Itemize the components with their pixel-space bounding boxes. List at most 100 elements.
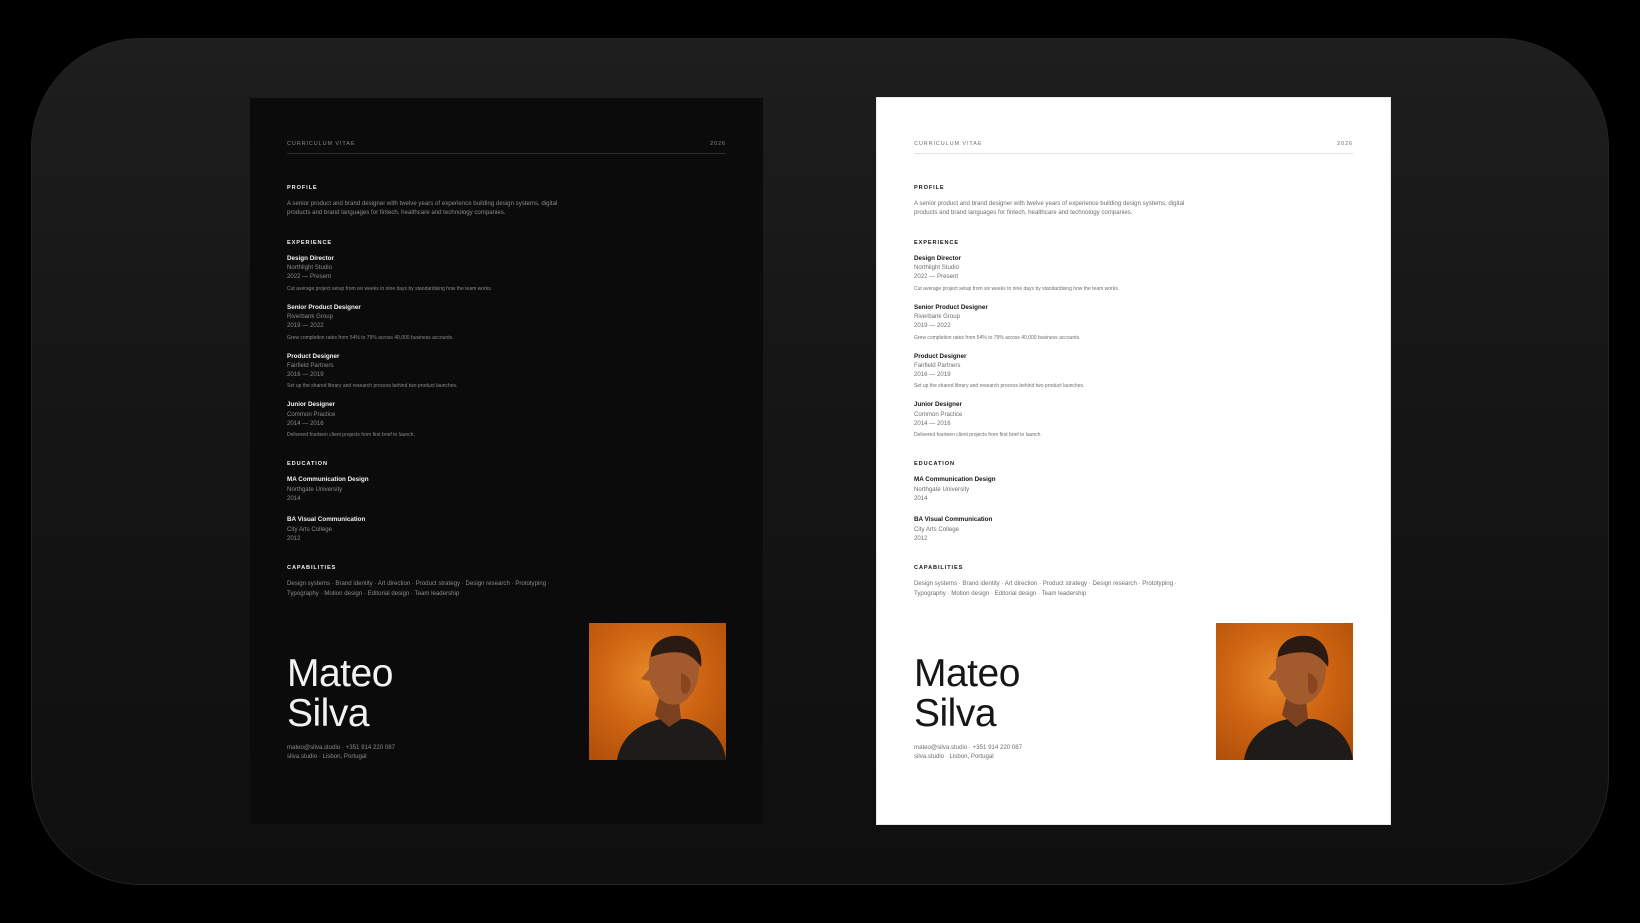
school: City Arts College bbox=[287, 525, 333, 533]
profile-section: PROFILE A senior product and brand desig… bbox=[914, 185, 1353, 218]
degree: MA Communication Design bbox=[914, 476, 996, 484]
edu-year: 2014 bbox=[914, 494, 928, 502]
contact-line: silva.studio · Lisbon, Portugal bbox=[914, 753, 994, 761]
education-item: BA Visual Communication City Arts Colleg… bbox=[287, 515, 726, 543]
profile-title: PROFILE bbox=[914, 185, 945, 191]
job-description: Set up the shared library and research p… bbox=[287, 383, 458, 390]
experience-item: Design Director Northlight Studio 2022 —… bbox=[287, 254, 726, 293]
job-period: 2016 — 2019 bbox=[287, 371, 324, 379]
experience-item: Design Director Northlight Studio 2022 —… bbox=[914, 254, 1353, 293]
school: Northgate University bbox=[914, 485, 970, 493]
capabilities-section: CAPABILITIES Design systems · Brand iden… bbox=[287, 565, 726, 598]
cv-sheet-dark: CURRICULUM VITAE 2026 PROFILE A senior p… bbox=[250, 98, 763, 824]
education-item: MA Communication Design Northgate Univer… bbox=[914, 475, 1353, 503]
job-period: 2019 — 2022 bbox=[287, 322, 324, 330]
experience-title: EXPERIENCE bbox=[914, 239, 960, 246]
school: City Arts College bbox=[914, 525, 960, 533]
person-name: Mateo Silva bbox=[914, 654, 1020, 734]
edu-year: 2014 bbox=[287, 494, 301, 502]
portrait-photo-icon bbox=[617, 635, 726, 760]
job-description: Grew completion rates from 54% to 79% ac… bbox=[287, 334, 454, 341]
experience-section: EXPERIENCE Design Director Northlight St… bbox=[287, 240, 726, 440]
job-description: Cut average project setup from six weeks… bbox=[287, 285, 493, 292]
job-title: Design Director bbox=[287, 254, 334, 262]
portrait-photo-icon bbox=[1244, 635, 1353, 760]
degree: MA Communication Design bbox=[287, 476, 369, 484]
school: Northgate University bbox=[287, 485, 343, 493]
profile-title: PROFILE bbox=[287, 185, 318, 191]
first-name: Mateo bbox=[914, 652, 1020, 695]
job-title: Product Designer bbox=[287, 352, 340, 360]
education-title: EDUCATION bbox=[914, 461, 955, 468]
capabilities-text: Design systems · Brand identity · Art di… bbox=[287, 580, 550, 597]
last-name: Silva bbox=[287, 692, 370, 735]
job-company: Fairfield Partners bbox=[914, 361, 961, 369]
capabilities-title: CAPABILITIES bbox=[914, 565, 964, 572]
job-title: Design Director bbox=[914, 254, 961, 262]
contact-info: mateo@silva.studio · +351 914 220 087 si… bbox=[914, 743, 1022, 762]
experience-title: EXPERIENCE bbox=[287, 239, 333, 246]
portrait-photo bbox=[1216, 623, 1353, 760]
experience-item: Junior Designer Common Practice 2014 — 2… bbox=[914, 400, 1353, 439]
contact-info: mateo@silva.studio · +351 914 220 087 si… bbox=[287, 743, 395, 762]
last-name: Silva bbox=[914, 692, 997, 735]
experience-section: EXPERIENCE Design Director Northlight St… bbox=[914, 240, 1353, 440]
edu-year: 2012 bbox=[914, 534, 928, 542]
education-item: BA Visual Communication City Arts Colleg… bbox=[914, 515, 1353, 543]
capabilities-title: CAPABILITIES bbox=[287, 565, 337, 572]
experience-item: Senior Product Designer Riverbank Group … bbox=[287, 303, 726, 342]
cv-sheet-light: CURRICULUM VITAE 2026 PROFILE A senior p… bbox=[877, 98, 1390, 824]
job-description: Delivered fourteen client projects from … bbox=[914, 432, 1042, 439]
cv-header-label: CURRICULUM VITAE bbox=[914, 141, 983, 147]
job-title: Senior Product Designer bbox=[287, 303, 361, 311]
education-section: EDUCATION MA Communication Design Northg… bbox=[287, 461, 726, 543]
job-description: Delivered fourteen client projects from … bbox=[287, 432, 415, 439]
job-period: 2014 — 2016 bbox=[914, 420, 951, 428]
experience-item: Junior Designer Common Practice 2014 — 2… bbox=[287, 400, 726, 439]
cv-content: PROFILE A senior product and brand desig… bbox=[914, 185, 1353, 620]
job-company: Riverbank Group bbox=[914, 313, 961, 320]
cv-header: CURRICULUM VITAE 2026 bbox=[914, 141, 1353, 154]
profile-text: A senior product and brand designer with… bbox=[287, 200, 558, 217]
cv-header: CURRICULUM VITAE 2026 bbox=[287, 141, 726, 154]
job-title: Senior Product Designer bbox=[914, 303, 988, 311]
job-company: Northlight Studio bbox=[287, 264, 333, 272]
edu-year: 2012 bbox=[287, 534, 301, 542]
job-period: 2014 — 2016 bbox=[287, 420, 324, 428]
job-company: Northlight Studio bbox=[914, 264, 960, 272]
job-period: 2022 — Present bbox=[914, 273, 959, 281]
cv-year: 2026 bbox=[710, 141, 726, 147]
job-description: Grew completion rates from 54% to 79% ac… bbox=[914, 334, 1081, 341]
contact-line: mateo@silva.studio · +351 914 220 087 bbox=[914, 744, 1022, 751]
job-title: Product Designer bbox=[914, 352, 967, 360]
job-company: Fairfield Partners bbox=[287, 361, 334, 369]
experience-item: Product Designer Fairfield Partners 2016… bbox=[914, 352, 1353, 391]
job-description: Cut average project setup from six weeks… bbox=[914, 285, 1120, 292]
experience-item: Product Designer Fairfield Partners 2016… bbox=[287, 352, 726, 391]
job-period: 2019 — 2022 bbox=[914, 322, 951, 330]
job-title: Junior Designer bbox=[914, 401, 962, 409]
job-period: 2016 — 2019 bbox=[914, 371, 951, 379]
cv-header-label: CURRICULUM VITAE bbox=[287, 141, 356, 147]
cv-year: 2026 bbox=[1337, 141, 1353, 147]
degree: BA Visual Communication bbox=[287, 516, 366, 524]
education-section: EDUCATION MA Communication Design Northg… bbox=[914, 461, 1353, 543]
profile-section: PROFILE A senior product and brand desig… bbox=[287, 185, 726, 218]
contact-line: mateo@silva.studio · +351 914 220 087 bbox=[287, 744, 395, 751]
profile-text: A senior product and brand designer with… bbox=[914, 200, 1185, 217]
job-company: Common Practice bbox=[914, 410, 963, 418]
degree: BA Visual Communication bbox=[914, 516, 993, 524]
job-company: Riverbank Group bbox=[287, 313, 334, 320]
capabilities-section: CAPABILITIES Design systems · Brand iden… bbox=[914, 565, 1353, 598]
portrait-photo bbox=[589, 623, 726, 760]
education-title: EDUCATION bbox=[287, 461, 328, 468]
first-name: Mateo bbox=[287, 652, 393, 695]
job-description: Set up the shared library and research p… bbox=[914, 383, 1085, 390]
contact-line: silva.studio · Lisbon, Portugal bbox=[287, 753, 367, 761]
capabilities-text: Design systems · Brand identity · Art di… bbox=[914, 580, 1177, 597]
job-company: Common Practice bbox=[287, 410, 336, 418]
job-period: 2022 — Present bbox=[287, 273, 332, 281]
cv-content: PROFILE A senior product and brand desig… bbox=[287, 185, 726, 620]
person-name: Mateo Silva bbox=[287, 654, 393, 734]
job-title: Junior Designer bbox=[287, 401, 335, 409]
